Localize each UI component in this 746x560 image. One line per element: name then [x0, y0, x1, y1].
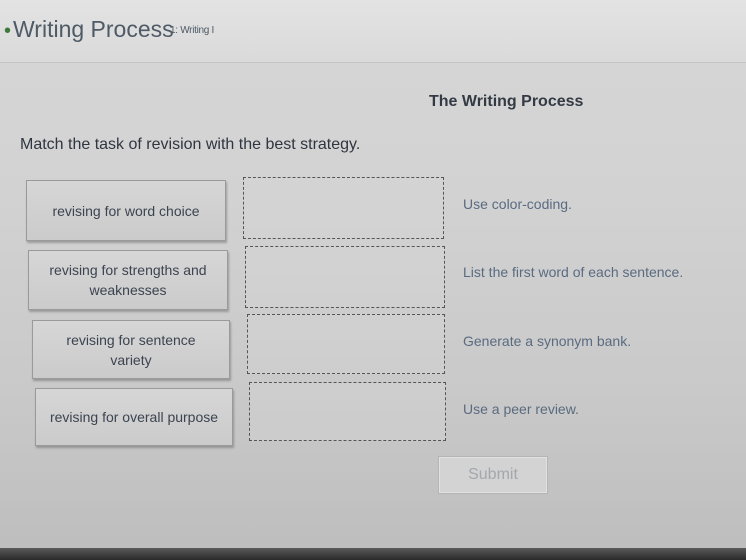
- app-header: •Writing Process 1: Writing I: [0, 0, 746, 63]
- submit-button[interactable]: Submit: [438, 456, 548, 494]
- strategy-first-word: List the first word of each sentence.: [463, 264, 684, 280]
- strategy-peer-review: Use a peer review.: [463, 401, 579, 417]
- section-title: The Writing Process: [429, 93, 584, 110]
- strategy-synonym-bank: Generate a synonym bank.: [463, 333, 632, 349]
- bullet-icon: •: [4, 20, 12, 42]
- app-subtitle: 1: Writing I: [170, 25, 215, 36]
- task-tile-sentence-variety[interactable]: revising for sentence variety: [32, 320, 230, 379]
- task-tile-overall-purpose[interactable]: revising for overall purpose: [35, 388, 233, 446]
- drop-target-3[interactable]: [247, 314, 445, 374]
- screen: •Writing Process 1: Writing I The Writin…: [0, 0, 746, 560]
- strategy-color-coding: Use color-coding.: [463, 196, 572, 212]
- app-title-text: Writing Process: [13, 16, 174, 42]
- monitor-bezel: [0, 548, 746, 560]
- task-tile-word-choice[interactable]: revising for word choice: [26, 180, 226, 241]
- task-tile-strengths-weaknesses[interactable]: revising for strengths and weaknesses: [28, 250, 228, 310]
- instruction-text: Match the task of revision with the best…: [20, 136, 361, 153]
- drop-target-2[interactable]: [245, 246, 445, 308]
- drop-target-1[interactable]: [243, 177, 444, 239]
- app-title: •Writing Process: [4, 16, 174, 43]
- drop-target-4[interactable]: [249, 382, 446, 441]
